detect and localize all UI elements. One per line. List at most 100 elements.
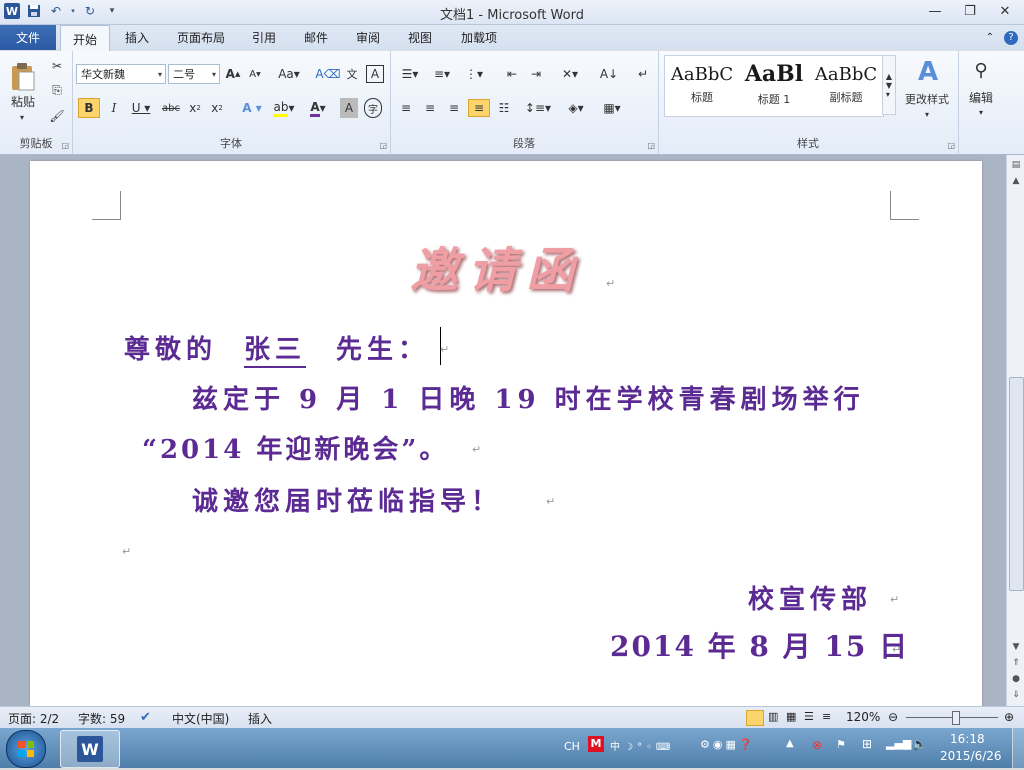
web-layout-view-icon[interactable]: ▦ — [786, 710, 796, 723]
show-hidden-icons-icon[interactable]: ▲ — [786, 738, 794, 749]
styles-launcher-icon[interactable]: ◲ — [947, 141, 955, 150]
change-styles-dropdown-icon[interactable]: ▾ — [920, 109, 934, 119]
proofing-icon[interactable]: ✔ — [140, 710, 151, 725]
editing-label[interactable]: 编辑 — [962, 89, 1000, 105]
language-indicator[interactable]: 中文(中国) — [172, 710, 229, 727]
align-right-icon[interactable]: ≡ — [444, 99, 464, 117]
scroll-thumb[interactable] — [1009, 377, 1024, 591]
tab-insert[interactable]: 插入 — [115, 25, 159, 50]
document-area[interactable]: 邀请函 ↵ 尊敬的 张三 先生： ↵ 兹定于 9 月 1 日晚 19 时在学校青… — [0, 155, 1006, 706]
show-desktop-button[interactable] — [1012, 728, 1024, 768]
clipboard-launcher-icon[interactable]: ◲ — [61, 141, 69, 150]
input-language[interactable]: CH — [564, 740, 580, 753]
styles-scroll-icon[interactable]: ▲ ▼ ▾ — [882, 55, 896, 115]
font-name-dropdown-icon[interactable]: ▾ — [158, 70, 162, 79]
highlight-color-icon[interactable]: ab ▾ — [270, 98, 298, 118]
justify-icon[interactable]: ≡ — [468, 99, 490, 117]
align-center-icon[interactable]: ≡ — [420, 99, 440, 117]
ime-toolbar-icons[interactable]: 中☽°◦⌨ — [610, 738, 674, 753]
change-styles-label[interactable]: 更改样式 — [898, 91, 956, 107]
clock-time[interactable]: 16:18 — [950, 732, 985, 746]
text-effects-icon[interactable]: A ▾ — [238, 98, 266, 118]
browse-object-icon[interactable]: ● — [1008, 671, 1024, 687]
tab-view[interactable]: 视图 — [400, 25, 440, 50]
editing-dropdown-icon[interactable]: ▾ — [974, 107, 988, 117]
strikethrough-button[interactable]: abc — [160, 98, 182, 118]
borders-icon[interactable]: ▦▾ — [598, 99, 626, 117]
tab-review[interactable]: 审阅 — [348, 25, 388, 50]
word-count[interactable]: 字数: 59 — [78, 710, 125, 727]
style-title[interactable]: AaBbC 标题 — [668, 59, 736, 109]
format-painter-icon[interactable]: 🖌 — [48, 107, 66, 125]
shading-icon[interactable]: ◈▾ — [562, 99, 590, 117]
network-icon[interactable]: ▂▄▆ — [886, 737, 911, 750]
character-shading-icon[interactable]: A — [340, 98, 358, 118]
clear-formatting-icon[interactable]: A⌫ — [315, 65, 340, 83]
tab-file[interactable]: 文件 — [0, 25, 56, 50]
italic-button[interactable]: I — [104, 98, 124, 118]
multilevel-list-icon[interactable]: ⋮▾ — [460, 65, 488, 83]
full-screen-view-icon[interactable]: ▥ — [768, 710, 778, 723]
vertical-scrollbar[interactable]: ▤ ▲ ▼ ⇑ ● ⇓ — [1006, 155, 1024, 706]
copy-icon[interactable]: ⎘ — [48, 81, 66, 99]
next-page-icon[interactable]: ⇓ — [1008, 687, 1024, 703]
scroll-up-icon[interactable]: ▲ — [1008, 173, 1024, 189]
print-layout-view-icon[interactable] — [746, 710, 764, 726]
grow-font-icon[interactable]: A ▲ — [224, 65, 242, 83]
font-size-combo[interactable]: 二号 ▾ — [168, 64, 220, 84]
minimize-ribbon-icon[interactable]: ⌃ — [982, 25, 998, 50]
line-spacing-icon[interactable]: ↕≡▾ — [524, 99, 552, 117]
sort-icon[interactable]: A↓ — [598, 65, 620, 83]
draft-view-icon[interactable]: ≡ — [822, 710, 831, 723]
style-heading1[interactable]: AaBl 标题 1 — [740, 59, 808, 109]
cut-icon[interactable]: ✂ — [48, 57, 66, 75]
zoom-in-icon[interactable]: ⊕ — [1004, 710, 1014, 724]
start-button[interactable] — [6, 730, 46, 768]
align-left-icon[interactable]: ≡ — [396, 99, 416, 117]
taskbar-word-button[interactable]: W — [60, 730, 120, 768]
zoom-level[interactable]: 120% — [846, 710, 880, 724]
binoculars-icon[interactable]: ⚲ — [966, 57, 996, 83]
bullets-icon[interactable]: ☰▾ — [396, 65, 424, 83]
tab-home[interactable]: 开始 — [60, 25, 110, 52]
zoom-out-icon[interactable]: ⊖ — [888, 710, 898, 724]
restore-button[interactable]: ❐ — [955, 2, 985, 20]
superscript-button[interactable]: x2 — [208, 98, 226, 118]
security-alert-icon[interactable]: ⊗ — [812, 738, 822, 752]
action-center-icon[interactable]: ⚑ — [836, 738, 846, 751]
phonetic-guide-icon[interactable]: 文 — [342, 65, 362, 83]
subscript-button[interactable]: x2 — [186, 98, 204, 118]
tray-icons[interactable]: ⚙◉▦❓ — [700, 738, 756, 751]
chinese-layout-icon[interactable]: ✕▾ — [556, 65, 584, 83]
tab-references[interactable]: 引用 — [244, 25, 284, 50]
close-button[interactable]: ✕ — [990, 2, 1020, 20]
scroll-down-icon[interactable]: ▼ — [1008, 639, 1024, 655]
font-size-dropdown-icon[interactable]: ▾ — [212, 70, 216, 79]
outline-view-icon[interactable]: ☰ — [804, 710, 814, 723]
underline-button[interactable]: U ▾ — [128, 98, 154, 118]
help-icon[interactable]: ? — [1002, 25, 1020, 50]
paragraph-launcher-icon[interactable]: ◲ — [647, 141, 655, 150]
enclose-characters-icon[interactable]: 字 — [364, 98, 382, 118]
paste-dropdown-icon[interactable]: ▾ — [12, 111, 32, 123]
font-name-combo[interactable]: 华文新魏 ▾ — [76, 64, 166, 84]
style-subtitle[interactable]: AaBbC 副标题 — [812, 59, 880, 109]
tab-addins[interactable]: 加载项 — [454, 25, 504, 50]
increase-indent-icon[interactable]: ⇥ — [526, 65, 546, 83]
numbering-icon[interactable]: ≡▾ — [428, 65, 456, 83]
clock-date[interactable]: 2015/6/26 — [940, 749, 1002, 763]
minimize-button[interactable]: — — [920, 2, 950, 20]
volume-icon[interactable]: 🔈 — [912, 737, 927, 751]
change-styles-icon[interactable]: A — [902, 57, 954, 87]
change-case-icon[interactable]: Aa▾ — [276, 65, 302, 83]
tab-mailings[interactable]: 邮件 — [296, 25, 336, 50]
distributed-icon[interactable]: ☷ — [494, 99, 514, 117]
font-color-icon[interactable]: A ▾ — [304, 98, 332, 118]
decrease-indent-icon[interactable]: ⇤ — [502, 65, 522, 83]
font-launcher-icon[interactable]: ◲ — [379, 141, 387, 150]
page-indicator[interactable]: 页面: 2/2 — [8, 710, 59, 727]
character-border-icon[interactable]: A — [366, 65, 384, 83]
shrink-font-icon[interactable]: A ▼ — [246, 65, 264, 83]
bold-button[interactable]: B — [78, 98, 100, 118]
previous-page-icon[interactable]: ⇑ — [1008, 655, 1024, 671]
